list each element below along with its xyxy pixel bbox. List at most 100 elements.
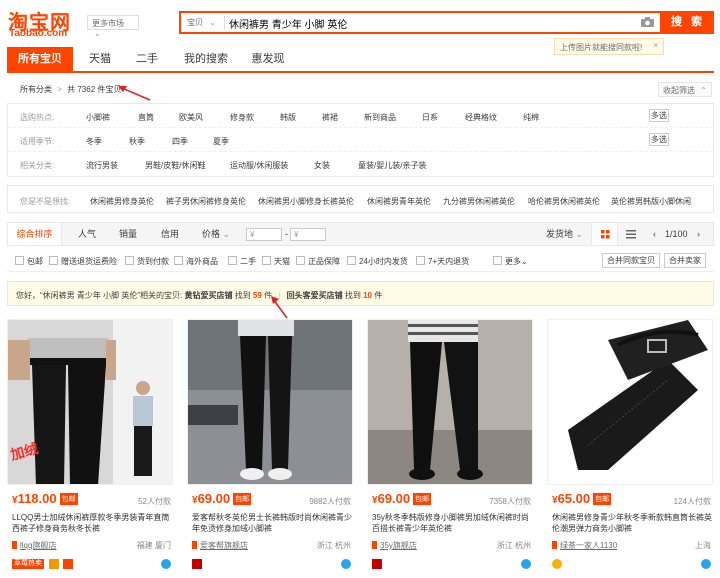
product-card[interactable]: 加绒 ¥118.00 包邮 52人付款 LLQQ男士加绒休闲裤厚款冬季男装青年直筒… (7, 319, 179, 578)
crown-icon[interactable] (552, 559, 562, 569)
filter-checkbox[interactable]: 二手 (228, 256, 256, 267)
filter-item[interactable]: 童装/婴儿装/亲子装 (358, 160, 426, 171)
filter-item[interactable]: 欧美风 (179, 112, 203, 123)
filter-item[interactable]: 四季 (172, 136, 188, 147)
camera-icon[interactable] (641, 17, 654, 27)
more-label: 更多 (505, 257, 521, 266)
product-price: ¥118.00 包邮 (12, 491, 78, 506)
filter-checkbox[interactable]: 货到付款 (125, 256, 169, 267)
next-page-icon[interactable]: › (697, 223, 700, 245)
collapse-filter-button[interactable]: 收起筛选 ⌃ (658, 82, 712, 97)
tab-all[interactable]: 所有宝贝 (7, 47, 73, 71)
prev-page-icon[interactable]: ‹ (653, 223, 656, 245)
filter-checkbox[interactable]: 24小时内发货 (347, 256, 408, 267)
suggestion-item[interactable]: 休闲裤男修身英伦 (90, 196, 154, 207)
list-view-button[interactable] (619, 223, 643, 245)
chat-icon[interactable] (701, 559, 711, 569)
filter-checkbox[interactable]: 7+天内退货 (416, 256, 469, 267)
notice-yellow-diamond[interactable]: 黄钻爱买店铺 (184, 291, 232, 300)
sort-default[interactable]: 综合排序 (8, 223, 62, 245)
product-image[interactable]: 加绒 (7, 319, 173, 485)
shop-name[interactable]: llqq旗舰店 (12, 540, 56, 551)
price-min-input[interactable]: ¥ (246, 228, 282, 241)
sort-price[interactable]: 价格 ⌄ (202, 223, 230, 245)
filter-checkbox[interactable]: 正品保障 (296, 256, 340, 267)
product-card[interactable]: ¥69.00 包邮 9882人付款 爱客帮秋冬英伦男士长裤韩版时尚休闲裤青少年免烫… (187, 319, 359, 578)
tmall-icon[interactable] (372, 559, 382, 569)
filter-item[interactable]: 女装 (314, 160, 330, 171)
chat-icon[interactable] (161, 559, 171, 569)
filter-item[interactable]: 日系 (422, 112, 438, 123)
sort-sales[interactable]: 销量 (119, 223, 137, 245)
chat-icon[interactable] (341, 559, 351, 569)
shop-name[interactable]: 爱客帮旗舰店 (192, 540, 248, 551)
product-image[interactable] (367, 319, 533, 485)
more-filters[interactable]: 更多⌄ (493, 256, 528, 267)
shop-name[interactable]: 绿茶一家人1130 (552, 540, 617, 551)
filter-checkbox[interactable]: 海外商品 (174, 256, 218, 267)
gold-icon[interactable] (48, 559, 59, 569)
more-market-dropdown[interactable]: 更多市场 ⌄ (87, 15, 139, 38)
merge-same-button[interactable]: 合并同款宝贝 (602, 253, 660, 268)
filter-item[interactable]: 运动服/休闲服装 (230, 160, 288, 171)
filter-item[interactable]: 纯棉 (523, 112, 539, 123)
search-button[interactable]: 搜 索 (662, 11, 714, 34)
product-image[interactable] (187, 319, 353, 485)
filter-item[interactable]: 韩版 (280, 112, 296, 123)
filter-item[interactable]: 秋季 (129, 136, 145, 147)
filter-item[interactable]: 裤裙 (322, 112, 338, 123)
shop-name[interactable]: 35y旗舰店 (372, 540, 417, 551)
product-title[interactable]: 爱客帮秋冬英伦男士长裤韩版时尚休闲裤青少年免烫修身加绒小脚裤 (192, 512, 352, 534)
filter-item[interactable]: 夏季 (213, 136, 229, 147)
product-title[interactable]: 35y秋冬季韩版修身小脚裤男加绒休闲裤时尚百搭长裤青少年英伦裤 (372, 512, 532, 534)
merge-seller-button[interactable]: 合并卖家 (664, 253, 706, 268)
tab-tmall[interactable]: 天猫 (77, 47, 123, 71)
search-input[interactable]: 休闲裤男 青少年 小脚 英伦 (229, 16, 347, 31)
page-indicator: 1/100 (665, 229, 688, 239)
filter-item[interactable]: 流行男装 (86, 160, 118, 171)
filter-checkbox[interactable]: 天猫 (262, 256, 290, 267)
suggestion-item[interactable]: 裤子男休闲裤修身英伦 (166, 196, 246, 207)
filter-item[interactable]: 冬季 (86, 136, 102, 147)
product-title[interactable]: LLQQ男士加绒休闲裤厚款冬季男装青年直筒西裤子修身商务秋冬长裤 (12, 512, 172, 534)
grid-view-button[interactable] (591, 223, 618, 245)
filter-item[interactable]: 小脚裤 (86, 112, 110, 123)
chat-icon[interactable] (521, 559, 531, 569)
filter-checkbox[interactable]: 赠送退货运费险 (49, 256, 117, 267)
sort-popularity[interactable]: 人气 (78, 223, 96, 245)
hot-tag[interactable]: 草莓热卖 (12, 559, 44, 569)
filter-item[interactable]: 修身款 (230, 112, 254, 123)
product-photo (368, 320, 532, 484)
product-image[interactable] (547, 319, 713, 485)
tab-my-search[interactable]: 我的搜索 (175, 47, 237, 71)
suggestion-item[interactable]: 休闲裤男青年英伦 (367, 196, 431, 207)
filter-item[interactable]: 男鞋/皮鞋/休闲鞋 (145, 160, 205, 171)
filter-item[interactable]: 直筒 (138, 112, 154, 123)
tmall-icon[interactable] (192, 559, 202, 569)
ship-from-dropdown[interactable]: 发货地 ⌄ (546, 223, 583, 245)
filter-item[interactable]: 新到商品 (364, 112, 396, 123)
filter-label: 适用季节: (20, 137, 55, 146)
breadcrumb-all[interactable]: 所有分类 (20, 85, 52, 94)
tab-discover[interactable]: 惠发现 (243, 47, 293, 71)
suggestion-item[interactable]: 英伦裤男韩版小脚休闲 (611, 196, 691, 207)
price-max-input[interactable]: ¥ (290, 228, 326, 241)
suggestion-item[interactable]: 九分裤男休闲裤英伦 (443, 196, 515, 207)
filter-row: 选购热点: 小脚裤 直筒 欧美风 修身款 韩版 裤裙 新到商品 日系 经典格纹 … (8, 104, 713, 128)
product-card[interactable]: ¥65.00 包邮 124人付款 休闲裤男修身青少年秋冬季新款韩直筒长裤英伦潮男弹… (547, 319, 719, 578)
product-price: ¥65.00 包邮 (552, 491, 612, 506)
notice-repeat-buyer[interactable]: 回头客爱买店铺 (287, 291, 343, 300)
filter-item[interactable]: 经典格纹 (465, 112, 497, 123)
tab-secondhand[interactable]: 二手 (127, 47, 167, 71)
multi-select-button[interactable]: 多选 (649, 133, 669, 146)
product-title[interactable]: 休闲裤男修身青少年秋冬季新款韩直筒长裤英伦潮男弹力商务小脚裤 (552, 512, 712, 534)
sort-credit[interactable]: 信用 (161, 223, 179, 245)
suggestion-item[interactable]: 休闲裤男小脚修身长裤英伦 (258, 196, 354, 207)
search-category-select[interactable]: 宝贝 ⌄ (183, 16, 225, 30)
taobao-logo-en[interactable]: Taobao.com (9, 28, 67, 39)
suggestion-item[interactable]: 哈伦裤男休闲裤英伦 (528, 196, 600, 207)
new-icon[interactable] (63, 559, 74, 569)
multi-select-button[interactable]: 多选 (649, 109, 669, 122)
filter-checkbox[interactable]: 包邮 (15, 256, 43, 267)
product-card[interactable]: ¥69.00 包邮 7358人付款 35y秋冬季韩版修身小脚裤男加绒休闲裤时尚百搭… (367, 319, 539, 578)
